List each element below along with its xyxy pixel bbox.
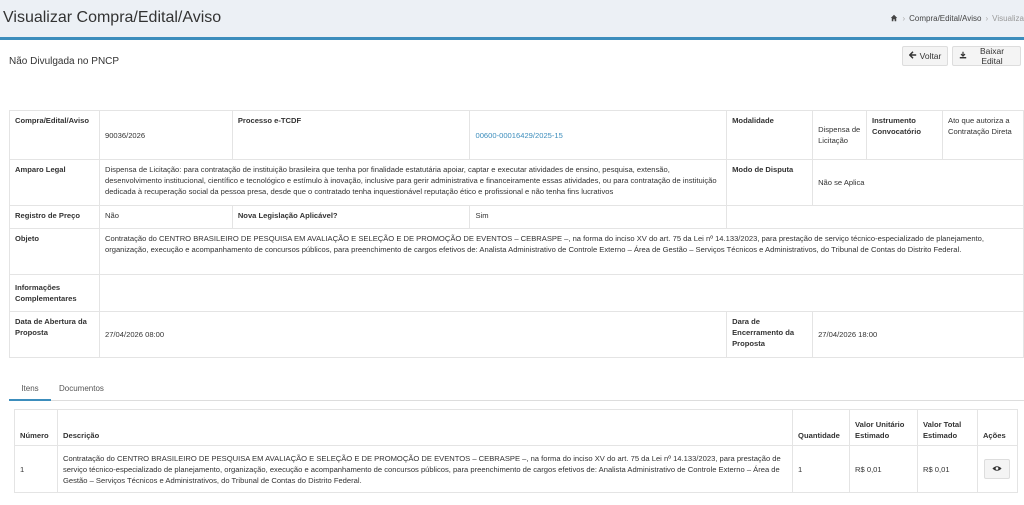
col-acoes: Ações [976, 409, 1019, 446]
tab-documentos[interactable]: Documentos [59, 377, 104, 401]
col-quantidade: Quantidade [792, 409, 851, 446]
amparo-value: Dispensa de Licitação: para contratação … [98, 159, 728, 206]
col-valor-total: Valor Total Estimado [916, 409, 978, 446]
data-abertura-label: Data de Abertura da Proposta [9, 311, 100, 358]
objeto-label: Objeto [9, 228, 100, 275]
main-panel: Não Divulgada no PNCP Voltar Baixar Edit… [0, 37, 1024, 505]
registro-preco-value: Não [98, 205, 233, 229]
item-acoes [976, 445, 1019, 493]
amparo-label: Amparo Legal [9, 159, 100, 206]
processo-link[interactable]: 00600-00016429/2025-15 [469, 110, 728, 160]
item-quantidade: 1 [792, 445, 851, 493]
baixar-edital-label: Baixar Edital [979, 46, 1005, 66]
data-encerramento-label: Dara de Encerramento da Proposta [726, 311, 814, 358]
item-valor-unitario: R$ 0,01 [849, 445, 918, 493]
empty-cell [726, 205, 1024, 229]
info-complementares-value [98, 274, 1024, 312]
download-icon [959, 51, 967, 61]
col-numero: Número [14, 409, 58, 446]
nova-legislacao-value: Sim [469, 205, 728, 229]
data-encerramento-value: 27/04/2026 18:00 [812, 311, 1024, 358]
content-header: Visualizar Compra/Edital/Aviso › Compra/E… [0, 0, 1024, 37]
page-title: Visualizar Compra/Edital/Aviso [3, 9, 222, 26]
col-descricao: Descrição [56, 409, 794, 446]
breadcrumb-item-current: Visualiza [992, 14, 1024, 23]
registro-preco-label: Registro de Preço [9, 205, 100, 229]
info-table: Compra/Edital/Aviso 90036/2026 Processo … [9, 110, 1024, 358]
baixar-edital-button[interactable]: Baixar Edital [952, 46, 1021, 66]
processo-label: Processo e-TCDF [231, 110, 471, 160]
info-complementares-label: Informações Complementares [9, 274, 100, 312]
col-valor-unitario: Valor Unitário Estimado [849, 409, 918, 446]
data-abertura-value: 27/04/2026 08:00 [98, 311, 728, 358]
nova-legislacao-label: Nova Legislação Aplicável? [231, 205, 471, 229]
instrumento-label: Instrumento Convocatório [866, 110, 943, 160]
voltar-button[interactable]: Voltar [902, 46, 948, 66]
box-title: Não Divulgada no PNCP [9, 56, 120, 67]
table-row: 1 Contratação do CENTRO BRASILEIRO DE PE… [14, 445, 1019, 493]
tab-itens[interactable]: Itens [9, 377, 51, 401]
objeto-value: Contratação do CENTRO BRASILEIRO DE PESQ… [98, 228, 1024, 275]
view-item-button[interactable] [984, 459, 1011, 479]
tabs: Itens Documentos [9, 377, 1024, 401]
items-table: Número Descrição Quantidade Valor Unitár… [14, 409, 1019, 493]
compra-value: 90036/2026 [98, 110, 233, 160]
eye-icon [992, 464, 1003, 475]
compra-label: Compra/Edital/Aviso [9, 110, 100, 160]
modalidade-label: Modalidade [726, 110, 814, 160]
instrumento-value: Ato que autoriza a Contratação Direta [942, 110, 1024, 160]
modo-disputa-value: Não se Aplica [812, 159, 1024, 206]
home-icon[interactable] [890, 14, 898, 24]
breadcrumb: › Compra/Edital/Aviso › Visualiza [890, 14, 1024, 24]
modo-disputa-label: Modo de Disputa [726, 159, 814, 206]
breadcrumb-item-compra[interactable]: Compra/Edital/Aviso [909, 14, 981, 23]
item-numero: 1 [14, 445, 58, 493]
item-valor-total: R$ 0,01 [916, 445, 978, 493]
arrow-left-icon [908, 51, 917, 61]
voltar-label: Voltar [919, 51, 942, 61]
item-descricao: Contratação do CENTRO BRASILEIRO DE PESQ… [56, 445, 794, 493]
modalidade-value: Dispensa de Licitação [812, 110, 868, 160]
